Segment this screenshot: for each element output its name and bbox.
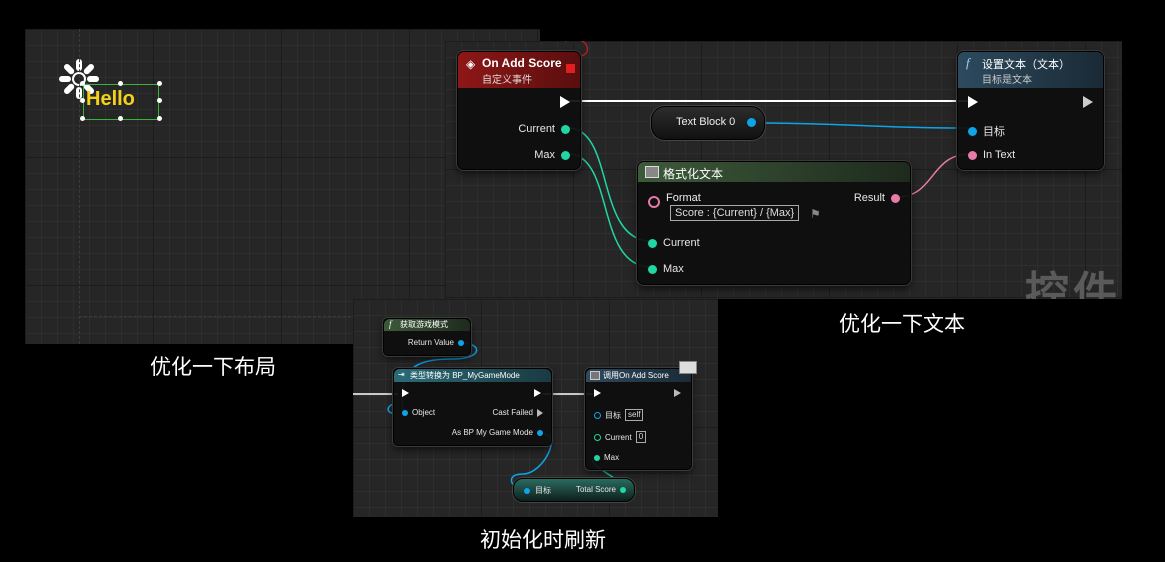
exec-out-pin[interactable]	[560, 96, 570, 108]
pin-label: 目标	[605, 410, 621, 420]
exec-out-pin[interactable]	[534, 389, 541, 397]
cast-failed-pin[interactable]: Cast Failed	[493, 408, 543, 417]
localize-flag-icon[interactable]: ⚑	[810, 207, 821, 221]
pin-label: As BP My Game Mode	[451, 428, 533, 437]
pin-label: Current	[663, 237, 700, 249]
on-add-score-event-node[interactable]: ◈ On Add Score 自定义事件 Current Max	[457, 51, 581, 170]
resize-handle[interactable]	[157, 98, 162, 103]
function-subtitle: 目标是文本	[982, 75, 1032, 86]
target-in-pin[interactable]: 目标	[968, 123, 1005, 139]
resize-handle[interactable]	[157, 81, 162, 86]
max-in-pin[interactable]: Max	[594, 453, 619, 462]
pin-label: Max	[534, 149, 555, 161]
pin-label: Total Score	[575, 485, 616, 494]
resize-handle[interactable]	[118, 81, 123, 86]
hello-text: Hello	[86, 88, 135, 110]
pin-label: Cast Failed	[492, 408, 533, 417]
format-node-title: 格式化文本	[663, 167, 724, 181]
variable-label: Text Block 0	[676, 116, 736, 128]
canvas-boundary	[79, 29, 81, 344]
function-icon: f	[966, 55, 970, 70]
cast-icon: ⇥	[398, 370, 405, 379]
format-node-icon	[645, 166, 659, 178]
pin-label: Max	[663, 263, 684, 275]
event-subtitle: 自定义事件	[482, 75, 532, 86]
pin-label: Result	[853, 192, 885, 204]
total-score-out-pin[interactable]: Total Score	[576, 485, 626, 494]
exec-out-pin[interactable]	[1083, 96, 1093, 108]
as-bp-pin[interactable]: As BP My Game Mode	[452, 428, 543, 437]
current-in-pin[interactable]: Current	[648, 237, 700, 249]
object-in-pin[interactable]: Object	[402, 408, 435, 417]
format-label: Format	[666, 192, 701, 204]
resize-handle[interactable]	[118, 116, 123, 121]
watermark: 控件	[1025, 269, 1121, 299]
caption-init: 初始化时刷新	[480, 528, 606, 552]
function-title: 设置文本（文本）	[982, 59, 1070, 71]
exec-in-pin[interactable]	[968, 96, 978, 108]
format-value-field[interactable]: Score : {Current} / {Max}	[670, 205, 800, 221]
delegate-pin[interactable]	[566, 64, 575, 73]
pin-label: 目标	[983, 126, 1005, 138]
pin-label: 目标	[535, 486, 551, 495]
cast-node[interactable]: ⇥ 类型转换为 BP_MyGameMode Object Cast Failed…	[393, 368, 552, 446]
call-on-add-score-node[interactable]: 调用On Add Score 目标 self Current 0 Max	[585, 361, 697, 470]
current-value-field[interactable]: 0	[635, 431, 647, 443]
max-in-pin[interactable]: Max	[648, 263, 684, 275]
call-icon	[590, 371, 600, 380]
total-score-getter-node[interactable]: 目标 Total Score	[513, 478, 635, 502]
format-text-node[interactable]: 格式化文本 Format Score : {Current} / {Max} ⚑…	[637, 161, 911, 285]
event-icon: ◈	[466, 57, 476, 71]
result-out-pin[interactable]: Result	[854, 192, 900, 204]
exec-in-pin[interactable]	[402, 389, 409, 397]
text-block-variable-node[interactable]: Text Block 0	[651, 106, 765, 140]
format-in-pin[interactable]	[648, 196, 666, 208]
target-in-pin[interactable]: 目标	[524, 485, 551, 496]
pin-label: Object	[412, 408, 436, 417]
hello-text-widget[interactable]: Hello	[80, 81, 162, 121]
target-in-pin[interactable]: 目标 self	[594, 409, 644, 421]
node-title: 调用On Add Score	[603, 371, 669, 380]
resize-handle[interactable]	[157, 116, 162, 121]
text-blueprint-panel: 控件 ◈ On Add Score 自定义事件 Current Max Text…	[445, 41, 1122, 299]
current-out-pin[interactable]: Current	[518, 123, 570, 135]
caption-layout: 优化一下布局	[150, 355, 276, 379]
caption-text: 优化一下文本	[839, 312, 965, 336]
max-out-pin[interactable]: Max	[534, 149, 570, 161]
target-value-field[interactable]: self	[625, 409, 644, 421]
pin-label: In Text	[983, 149, 1016, 161]
exec-out-pin[interactable]	[674, 389, 681, 397]
event-title: On Add Score	[482, 56, 562, 70]
current-in-pin[interactable]: Current 0	[594, 431, 647, 443]
function-icon: f	[389, 319, 392, 329]
node-title: 类型转换为 BP_MyGameMode	[410, 371, 520, 380]
in-text-pin[interactable]: In Text	[968, 149, 1015, 161]
node-title: 获取游戏模式	[400, 320, 448, 329]
pin-label: Return Value	[407, 338, 454, 347]
get-game-mode-node[interactable]: f 获取游戏模式 Return Value	[383, 318, 471, 356]
pin-label: Current	[518, 123, 555, 135]
exec-in-pin[interactable]	[594, 389, 601, 397]
pin-label: Current	[605, 432, 632, 442]
return-value-pin[interactable]: Return Value	[408, 338, 464, 347]
set-text-function-node[interactable]: f 设置文本（文本） 目标是文本 目标 In Text	[957, 51, 1104, 170]
pin-label: Max	[604, 453, 620, 462]
object-out-pin[interactable]	[747, 118, 756, 127]
init-blueprint-panel: f 获取游戏模式 Return Value ⇥ 类型转换为 BP_MyGameM…	[353, 299, 718, 517]
message-icon	[679, 361, 697, 374]
